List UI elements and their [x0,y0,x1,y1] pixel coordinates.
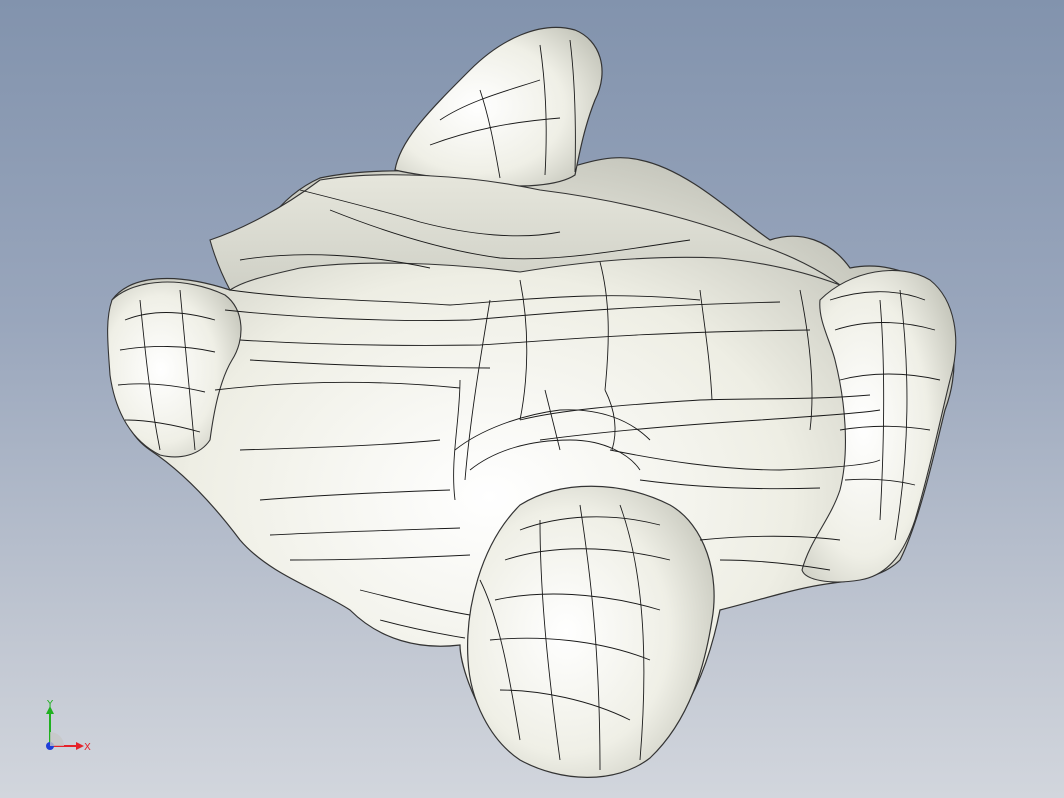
y-axis-label: Y [46,699,54,710]
x-axis-arrow [76,742,84,750]
model-lower-limb [467,485,715,778]
coordinate-triad: Y X [38,698,98,758]
x-axis-label: X [84,742,91,753]
3d-viewport[interactable]: Y X [0,0,1064,798]
triad-arc [50,732,64,746]
3d-model-mesh[interactable] [0,0,1064,798]
